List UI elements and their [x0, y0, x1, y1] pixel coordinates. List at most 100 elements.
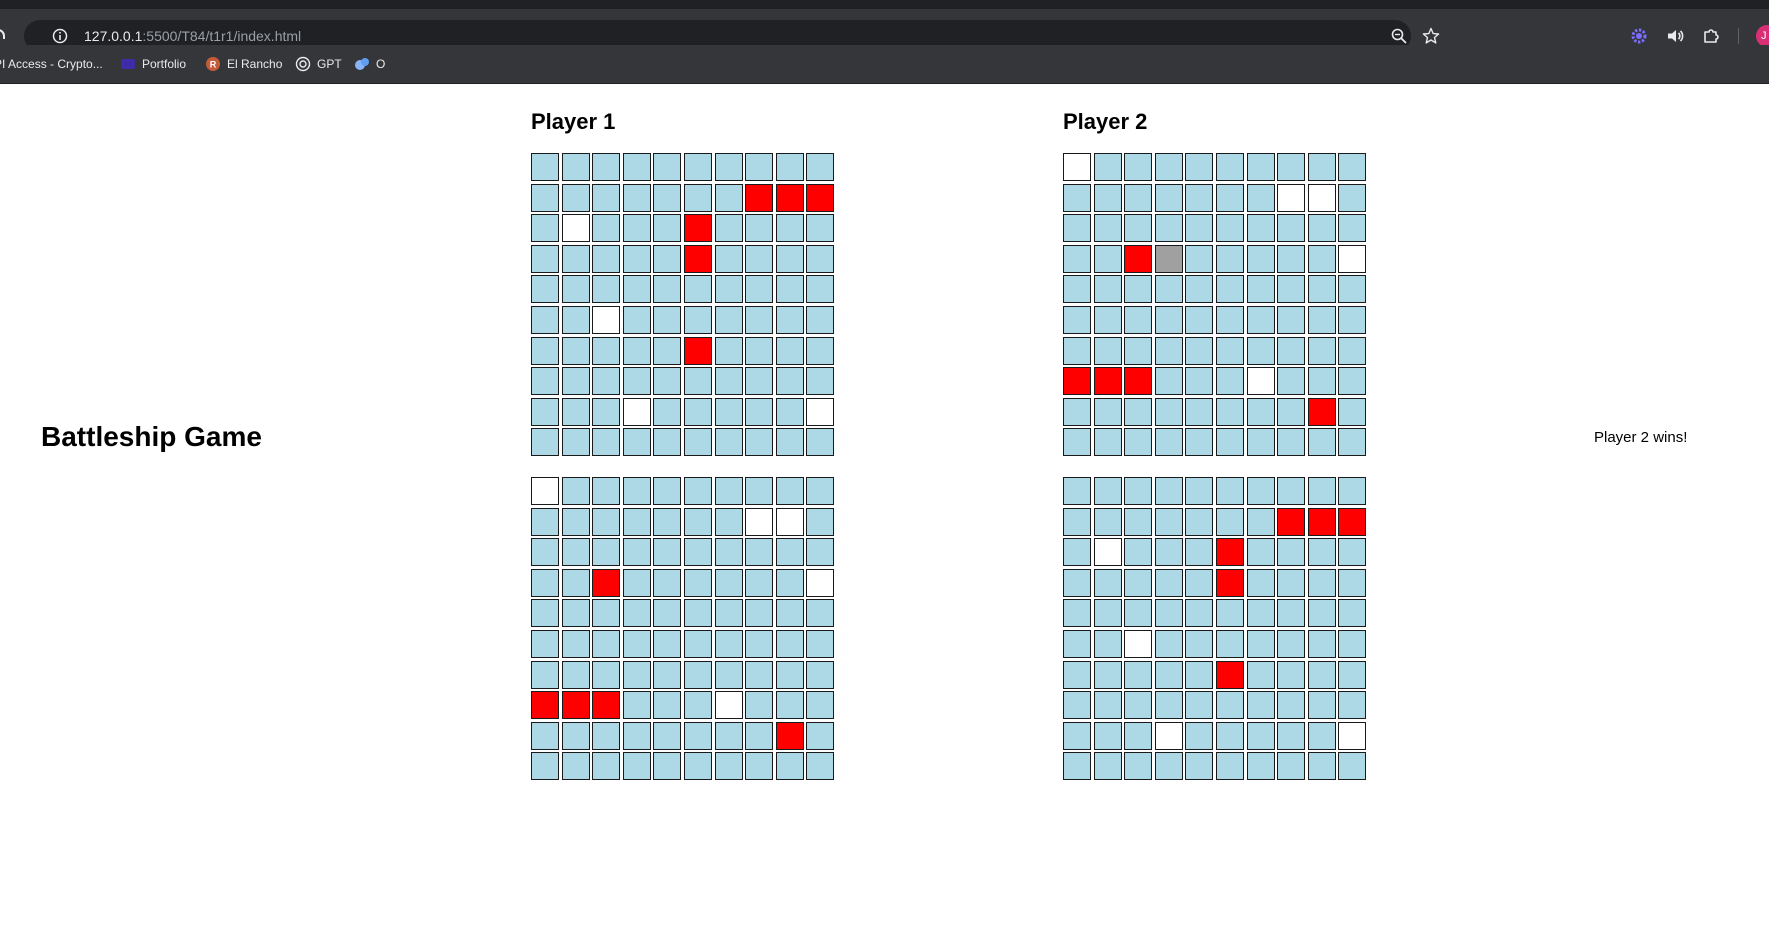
board-cell-water[interactable] [775, 305, 804, 334]
board-cell-water[interactable] [1185, 305, 1214, 334]
board-cell-water[interactable] [775, 629, 804, 658]
board-cell-water[interactable] [1215, 721, 1244, 750]
board-cell-water[interactable] [806, 507, 835, 536]
board-cell-water[interactable] [1338, 305, 1367, 334]
board-cell-water[interactable] [806, 244, 835, 273]
board-cell-water[interactable] [806, 214, 835, 243]
board-cell-miss[interactable] [806, 397, 835, 426]
board-cell-water[interactable] [653, 538, 682, 567]
board-cell-water[interactable] [683, 183, 712, 212]
board-cell-water[interactable] [1185, 244, 1214, 273]
board-cell-water[interactable] [1338, 367, 1367, 396]
board-cell-water[interactable] [531, 397, 559, 426]
board-cell-water[interactable] [653, 752, 682, 781]
board-cell-water[interactable] [1063, 721, 1091, 750]
board-cell-water[interactable] [1246, 183, 1275, 212]
board-cell-water[interactable] [561, 568, 590, 597]
board-cell-hit[interactable] [745, 183, 774, 212]
board-cell-water[interactable] [1154, 538, 1183, 567]
board-cell-water[interactable] [592, 660, 621, 689]
board-cell-water[interactable] [714, 183, 743, 212]
board-cell-water[interactable] [1307, 275, 1336, 304]
zoom-icon[interactable] [1390, 27, 1408, 45]
board-cell-water[interactable] [1154, 336, 1183, 365]
board-cell-water[interactable] [653, 336, 682, 365]
board-cell-water[interactable] [1307, 629, 1336, 658]
board-cell-water[interactable] [1277, 538, 1306, 567]
board-cell-hit[interactable] [561, 691, 590, 720]
board-cell-water[interactable] [1063, 660, 1091, 689]
board-cell-water[interactable] [1154, 599, 1183, 628]
board-cell-water[interactable] [1338, 153, 1367, 181]
board-cell-water[interactable] [1185, 629, 1214, 658]
board-cell-water[interactable] [1124, 477, 1153, 505]
bookmark-el-rancho[interactable]: R El Rancho [205, 55, 282, 73]
board-cell-water[interactable] [1215, 275, 1244, 304]
board-cell-water[interactable] [683, 153, 712, 181]
board-cell-water[interactable] [1154, 397, 1183, 426]
board-cell-water[interactable] [561, 428, 590, 457]
board-cell-water[interactable] [745, 244, 774, 273]
board-cell-water[interactable] [1307, 568, 1336, 597]
board-cell-water[interactable] [1154, 275, 1183, 304]
board-cell-water[interactable] [592, 397, 621, 426]
board-cell-water[interactable] [592, 538, 621, 567]
board-cell-hit[interactable] [592, 568, 621, 597]
board-cell-hit[interactable] [1338, 507, 1367, 536]
board-cell-water[interactable] [1246, 507, 1275, 536]
board-cell-water[interactable] [1185, 507, 1214, 536]
board-cell-miss[interactable] [1124, 629, 1153, 658]
board-cell-water[interactable] [561, 477, 590, 505]
board-cell-water[interactable] [806, 477, 835, 505]
board-cell-water[interactable] [1215, 305, 1244, 334]
board-cell-water[interactable] [1246, 599, 1275, 628]
board-cell-sunk[interactable] [1154, 244, 1183, 273]
board-cell-water[interactable] [1338, 397, 1367, 426]
board-cell-water[interactable] [1124, 721, 1153, 750]
board-cell-water[interactable] [745, 568, 774, 597]
board-cell-water[interactable] [1307, 153, 1336, 181]
board-cell-water[interactable] [1277, 691, 1306, 720]
board-cell-water[interactable] [622, 477, 651, 505]
board-cell-water[interactable] [1063, 183, 1091, 212]
board-cell-water[interactable] [714, 599, 743, 628]
board-cell-water[interactable] [1124, 336, 1153, 365]
board-cell-hit[interactable] [1307, 507, 1336, 536]
board-cell-water[interactable] [683, 752, 712, 781]
board-cell-water[interactable] [1246, 244, 1275, 273]
extensions-puzzle-icon[interactable] [1701, 26, 1721, 46]
board-cell-water[interactable] [714, 629, 743, 658]
board-cell-water[interactable] [806, 599, 835, 628]
board-cell-water[interactable] [683, 305, 712, 334]
board-cell-water[interactable] [1093, 336, 1122, 365]
board-cell-water[interactable] [531, 507, 559, 536]
board-cell-water[interactable] [775, 336, 804, 365]
board-cell-water[interactable] [622, 721, 651, 750]
board-cell-water[interactable] [531, 538, 559, 567]
board-cell-water[interactable] [1154, 305, 1183, 334]
board-cell-water[interactable] [592, 752, 621, 781]
board-cell-water[interactable] [1154, 153, 1183, 181]
board-cell-hit[interactable] [775, 183, 804, 212]
board-cell-water[interactable] [592, 629, 621, 658]
board-cell-water[interactable] [1093, 721, 1122, 750]
board-cell-water[interactable] [1154, 691, 1183, 720]
board-cell-water[interactable] [622, 214, 651, 243]
board-cell-water[interactable] [1124, 568, 1153, 597]
board-cell-water[interactable] [714, 244, 743, 273]
board-cell-hit[interactable] [683, 336, 712, 365]
board-cell-water[interactable] [714, 305, 743, 334]
board-cell-water[interactable] [714, 568, 743, 597]
board-cell-miss[interactable] [592, 305, 621, 334]
board-cell-water[interactable] [1185, 477, 1214, 505]
board-cell-water[interactable] [775, 244, 804, 273]
board-cell-water[interactable] [1093, 275, 1122, 304]
board-cell-water[interactable] [1277, 629, 1306, 658]
board-cell-water[interactable] [531, 752, 559, 781]
board-cell-water[interactable] [592, 153, 621, 181]
board-cell-water[interactable] [745, 721, 774, 750]
board-cell-water[interactable] [1307, 336, 1336, 365]
board-cell-water[interactable] [775, 214, 804, 243]
board-cell-water[interactable] [1277, 336, 1306, 365]
board-cell-water[interactable] [1307, 691, 1336, 720]
